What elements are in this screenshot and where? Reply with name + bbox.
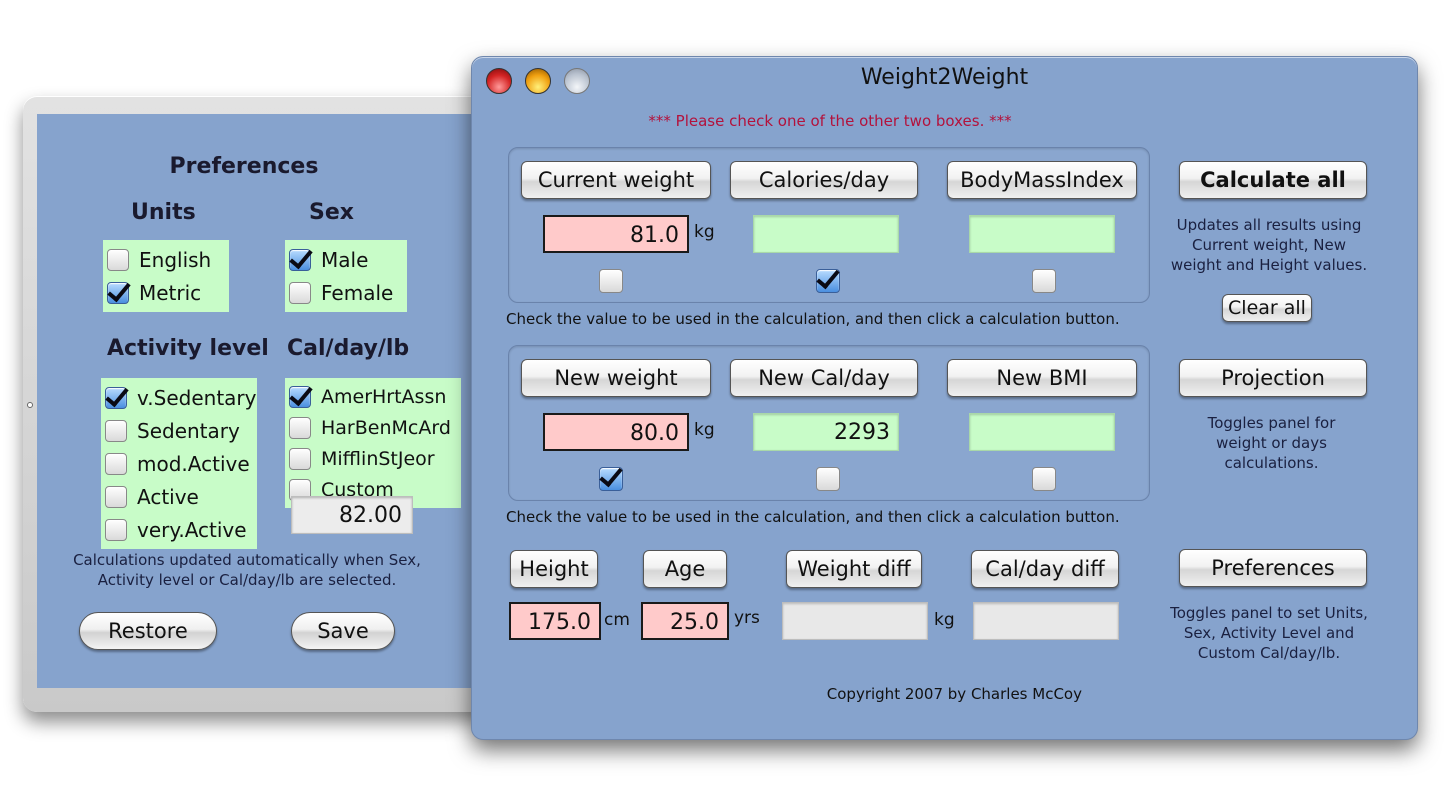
projection-button[interactable]: Projection (1179, 359, 1367, 397)
auto-update-note: Calculations updated automatically when … (73, 551, 421, 589)
activity-very-active-label: very.Active (137, 517, 247, 542)
new-helper-text: Check the value to be used in the calcul… (506, 508, 1120, 526)
sex-female-label: Female (321, 280, 394, 305)
activity-sedentary-option[interactable]: Sedentary (105, 414, 253, 447)
activity-level-title: Activity level (107, 336, 269, 361)
activity-mod-active-checkbox[interactable] (105, 452, 127, 475)
activity-very-active-checkbox[interactable] (105, 518, 127, 541)
weight-diff-unit: kg (934, 610, 955, 630)
cal-mifflinstjeor-checkbox[interactable] (289, 447, 311, 470)
height-button[interactable]: Height (510, 550, 598, 588)
activity-active-checkbox[interactable] (105, 485, 127, 508)
activity-sedentary-label: Sedentary (137, 418, 240, 443)
cal-mifflinstjeor-option[interactable]: MifflinStJeor (289, 443, 457, 474)
preferences-title: Preferences (169, 154, 319, 179)
sex-options: Male Female (285, 240, 407, 312)
weight-diff-button[interactable]: Weight diff (786, 550, 922, 588)
activity-sedentary-checkbox[interactable] (105, 419, 127, 442)
preferences-drawer: Preferences Units Sex English Metric Mal… (23, 96, 493, 712)
current-weight-button[interactable]: Current weight (521, 161, 711, 199)
calories-day-button[interactable]: Calories/day (730, 161, 918, 199)
new-bmi-button[interactable]: New BMI (947, 359, 1137, 397)
age-button[interactable]: Age (643, 550, 727, 588)
cal-day-diff-button[interactable]: Cal/day diff (971, 550, 1119, 588)
current-weight-unit: kg (694, 222, 715, 242)
body-mass-index-button[interactable]: BodyMassIndex (947, 161, 1137, 199)
units-options: English Metric (103, 240, 229, 312)
cal-day-lb-title: Cal/day/lb (287, 336, 410, 361)
sex-male-checkbox[interactable] (289, 248, 311, 271)
age-unit: yrs (734, 608, 760, 628)
units-metric-checkbox[interactable] (107, 281, 129, 304)
copyright-text: Copyright 2007 by Charles McCoy (826, 685, 1082, 703)
save-button[interactable]: Save (291, 612, 395, 650)
sex-title: Sex (309, 200, 354, 225)
cal-harbenmcard-checkbox[interactable] (289, 416, 311, 439)
calories-day-checkbox[interactable] (816, 269, 840, 293)
sex-female-option[interactable]: Female (289, 276, 403, 309)
calculate-all-note: Updates all results using Current weight… (1170, 216, 1368, 274)
body-mass-index-checkbox[interactable] (1032, 269, 1056, 293)
units-english-option[interactable]: English (107, 243, 225, 276)
projection-note: Toggles panel for weight or days calcula… (1207, 414, 1336, 472)
activity-v-sedentary-checkbox[interactable] (105, 386, 127, 409)
cal-amerhrtassn-label: AmerHrtAssn (321, 385, 447, 408)
current-helper-text: Check the value to be used in the calcul… (506, 310, 1120, 328)
calculate-all-button[interactable]: Calculate all (1179, 161, 1367, 199)
activity-mod-active-label: mod.Active (137, 451, 250, 476)
units-metric-option[interactable]: Metric (107, 276, 225, 309)
cal-day-diff-field[interactable] (973, 602, 1119, 640)
new-weight-checkbox[interactable] (599, 467, 623, 491)
warning-message: *** Please check one of the other two bo… (648, 112, 1012, 130)
drawer-resize-handle[interactable] (27, 402, 33, 408)
cal-mifflinstjeor-label: MifflinStJeor (321, 447, 435, 470)
sex-male-option[interactable]: Male (289, 243, 403, 276)
new-bmi-checkbox[interactable] (1032, 467, 1056, 491)
units-metric-label: Metric (139, 280, 202, 305)
current-weight-field[interactable]: 81.0 (543, 215, 689, 253)
activity-active-option[interactable]: Active (105, 480, 253, 513)
weight-diff-field[interactable] (782, 602, 928, 640)
new-weight-unit: kg (694, 420, 715, 440)
units-english-label: English (139, 247, 212, 272)
cal-harbenmcard-option[interactable]: HarBenMcArd (289, 412, 457, 443)
calories-day-field[interactable] (753, 215, 899, 253)
activity-level-options: v.Sedentary Sedentary mod.Active Active … (101, 378, 257, 549)
sex-female-checkbox[interactable] (289, 281, 311, 304)
body-mass-index-field[interactable] (969, 215, 1115, 253)
activity-mod-active-option[interactable]: mod.Active (105, 447, 253, 480)
age-field[interactable]: 25.0 (641, 602, 729, 640)
height-field[interactable]: 175.0 (509, 602, 601, 640)
activity-v-sedentary-label: v.Sedentary (137, 385, 257, 410)
cal-day-lb-value-field[interactable]: 82.00 (291, 496, 413, 534)
cal-amerhrtassn-checkbox[interactable] (289, 385, 311, 408)
height-unit: cm (604, 610, 630, 630)
cal-day-lb-options: AmerHrtAssn HarBenMcArd MifflinStJeor Cu… (285, 378, 461, 508)
new-weight-button[interactable]: New weight (521, 359, 711, 397)
current-weight-checkbox[interactable] (599, 269, 623, 293)
preferences-toggle-button[interactable]: Preferences (1179, 549, 1367, 587)
new-bmi-field[interactable] (969, 413, 1115, 451)
window-title: Weight2Weight (860, 65, 1029, 90)
activity-very-active-option[interactable]: very.Active (105, 513, 253, 546)
weight2weight-window: Weight2Weight *** Please check one of th… (471, 56, 1418, 740)
new-cal-day-field[interactable]: 2293 (753, 413, 899, 451)
activity-v-sedentary-option[interactable]: v.Sedentary (105, 381, 257, 414)
preferences-note: Toggles panel to set Units, Sex, Activit… (1170, 604, 1368, 662)
cal-harbenmcard-label: HarBenMcArd (321, 416, 451, 439)
restore-button[interactable]: Restore (79, 612, 217, 650)
activity-active-label: Active (137, 484, 199, 509)
new-cal-day-button[interactable]: New Cal/day (730, 359, 918, 397)
units-title: Units (131, 200, 196, 225)
new-cal-day-checkbox[interactable] (816, 467, 840, 491)
clear-all-button[interactable]: Clear all (1222, 294, 1312, 322)
preferences-panel: Preferences Units Sex English Metric Mal… (37, 114, 493, 688)
new-weight-field[interactable]: 80.0 (543, 413, 689, 451)
sex-male-label: Male (321, 247, 369, 272)
units-english-checkbox[interactable] (107, 248, 129, 271)
cal-amerhrtassn-option[interactable]: AmerHrtAssn (289, 381, 457, 412)
